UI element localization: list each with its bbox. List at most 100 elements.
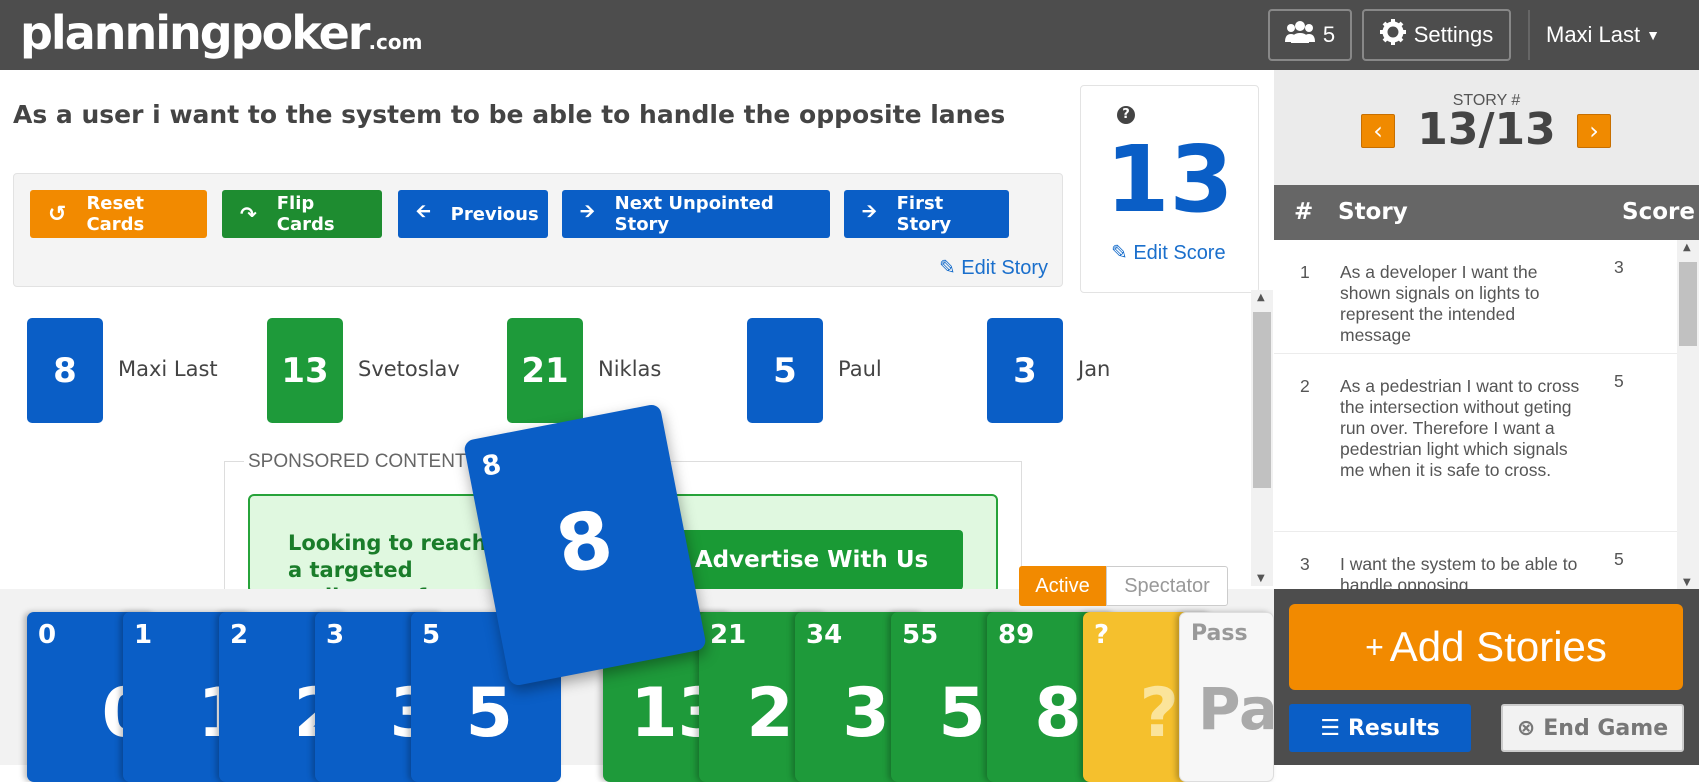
next-story-button[interactable]: › xyxy=(1577,114,1611,148)
chevron-down-icon: ▼ xyxy=(1646,27,1661,43)
gear-icon xyxy=(1379,19,1406,51)
player-name: Paul xyxy=(838,357,882,381)
card-value-big: 5 xyxy=(465,674,513,753)
card-value-small: 0 xyxy=(38,620,57,650)
story-row-score: 3 xyxy=(1614,257,1624,277)
next-unpointed-label: Next Unpointed Story xyxy=(614,193,774,235)
story-row[interactable]: 2 As a pedestrian I want to cross the in… xyxy=(1274,354,1684,532)
help-icon[interactable]: ? xyxy=(1117,106,1135,124)
player-card: 3 xyxy=(987,318,1063,423)
story-row-score: 5 xyxy=(1614,371,1624,391)
reset-cards-button[interactable]: ↺ Reset Cards xyxy=(30,190,207,238)
add-stories-label: Add Stories xyxy=(1389,623,1607,670)
previous-label: Previous xyxy=(450,203,539,225)
pencil-icon: ✎ xyxy=(938,257,956,279)
player-card: 21 xyxy=(507,318,583,423)
end-game-label: End Game xyxy=(1543,715,1669,741)
edit-score-label: Edit Score xyxy=(1133,242,1226,264)
chevron-right-icon: › xyxy=(1589,117,1599,145)
story-row-text: I want the system to be able to handle o… xyxy=(1340,554,1578,590)
pencil-icon: ✎ xyxy=(1111,242,1128,264)
scroll-down-icon[interactable]: ▼ xyxy=(1257,573,1265,584)
edit-story-label: Edit Story xyxy=(961,257,1048,279)
arrow-right-icon: 🡪 xyxy=(862,201,877,222)
card-value-small: 8 xyxy=(479,448,504,483)
card-value-small: 3 xyxy=(326,620,345,650)
card-value-big: ? xyxy=(1139,674,1179,753)
redo-icon: ↷ xyxy=(240,202,257,226)
prev-story-button[interactable]: ‹ xyxy=(1361,114,1395,148)
chevron-left-icon: ‹ xyxy=(1373,117,1383,145)
story-number: 13/13 xyxy=(1417,104,1556,155)
reset-cards-label: Reset Cards xyxy=(86,193,145,235)
user-menu[interactable]: Maxi Last ▼ xyxy=(1528,10,1660,60)
top-bar: planningpoker.com 5 Settings Maxi Last ▼ xyxy=(0,0,1699,70)
flip-cards-label: Flip Cards xyxy=(276,193,335,235)
story-row-score: 5 xyxy=(1614,549,1624,569)
results-button[interactable]: ☰ Results xyxy=(1289,704,1471,752)
card-value-small: 89 xyxy=(998,620,1035,650)
players-count: 5 xyxy=(1322,22,1336,47)
close-circle-icon: ⊗ xyxy=(1516,715,1536,741)
story-row-text: As a pedestrian I want to cross the inte… xyxy=(1340,376,1580,480)
next-unpointed-story-button[interactable]: 🡪 Next Unpointed Story xyxy=(562,190,830,238)
first-story-label: First Story xyxy=(896,193,952,235)
flip-cards-button[interactable]: ↷ Flip Cards xyxy=(222,190,382,238)
story-score: 13 xyxy=(1105,126,1234,233)
scroll-down-icon[interactable]: ▼ xyxy=(1683,577,1691,588)
scroll-up-icon[interactable]: ▲ xyxy=(1683,242,1691,253)
card-value-small: 5 xyxy=(422,620,441,650)
col-score: Score xyxy=(1622,199,1695,225)
undo-icon: ↺ xyxy=(48,201,67,227)
stories-scroll-thumb[interactable] xyxy=(1679,262,1697,346)
end-game-button[interactable]: ⊗ End Game xyxy=(1501,704,1684,752)
active-toggle[interactable]: Active xyxy=(1019,566,1106,606)
stories-table-header: # Story Score xyxy=(1274,185,1699,240)
players-button[interactable]: 5 xyxy=(1268,9,1352,61)
card-value-small: 55 xyxy=(902,620,939,650)
card-value-small: 21 xyxy=(710,620,747,650)
player-name: Jan xyxy=(1078,357,1111,381)
deck-card[interactable]: Pass Pass xyxy=(1179,612,1274,782)
player-card: 5 xyxy=(747,318,823,423)
list-icon: ☰ xyxy=(1320,715,1340,741)
arrow-right-icon: 🡪 xyxy=(580,201,595,222)
users-icon xyxy=(1284,20,1315,50)
player-name: Niklas xyxy=(598,357,662,381)
story-row-number: 2 xyxy=(1300,376,1310,396)
plus-icon: + xyxy=(1365,628,1384,665)
logo-text: planningpoker xyxy=(20,6,370,60)
results-label: Results xyxy=(1347,715,1440,741)
advertise-button[interactable]: Advertise With Us xyxy=(660,530,963,590)
first-story-button[interactable]: 🡪 First Story xyxy=(844,190,1009,238)
settings-button[interactable]: Settings xyxy=(1362,9,1511,61)
player-name: Svetoslav xyxy=(358,357,460,381)
logo[interactable]: planningpoker.com xyxy=(20,6,423,60)
story-row[interactable]: 3 I want the system to be able to handle… xyxy=(1274,532,1684,590)
user-name: Maxi Last xyxy=(1546,22,1641,47)
player-card: 8 xyxy=(27,318,103,423)
scroll-up-icon[interactable]: ▲ xyxy=(1257,292,1265,303)
stories-list: 1 As a developer I want the shown signal… xyxy=(1274,240,1699,590)
player-name: Maxi Last xyxy=(118,357,218,381)
arrow-left-icon: 🡨 xyxy=(416,201,431,222)
col-story: Story xyxy=(1338,199,1408,225)
sponsored-label: SPONSORED CONTENT xyxy=(244,451,471,473)
main-scroll-thumb[interactable] xyxy=(1253,312,1271,488)
edit-score-link[interactable]: ✎ Edit Score xyxy=(1111,240,1226,265)
previous-button[interactable]: 🡨 Previous xyxy=(398,190,548,238)
col-number: # xyxy=(1294,199,1314,225)
score-box: ? 13 ✎ Edit Score xyxy=(1080,85,1259,293)
add-stories-button[interactable]: + Add Stories xyxy=(1289,604,1683,690)
player-card: 13 xyxy=(267,318,343,423)
story-row-number: 1 xyxy=(1300,262,1310,282)
card-value-small: 34 xyxy=(806,620,843,650)
card-value-small: Pass xyxy=(1191,621,1248,646)
story-row-text: As a developer I want the shown signals … xyxy=(1340,262,1540,345)
spectator-toggle[interactable]: Spectator xyxy=(1106,566,1228,606)
edit-story-link[interactable]: ✎ Edit Story xyxy=(939,255,1048,280)
story-row-number: 3 xyxy=(1300,554,1310,574)
card-value-big: Pass xyxy=(1198,675,1274,743)
story-row[interactable]: 1 As a developer I want the shown signal… xyxy=(1274,240,1684,354)
card-value-small: ? xyxy=(1094,620,1110,650)
